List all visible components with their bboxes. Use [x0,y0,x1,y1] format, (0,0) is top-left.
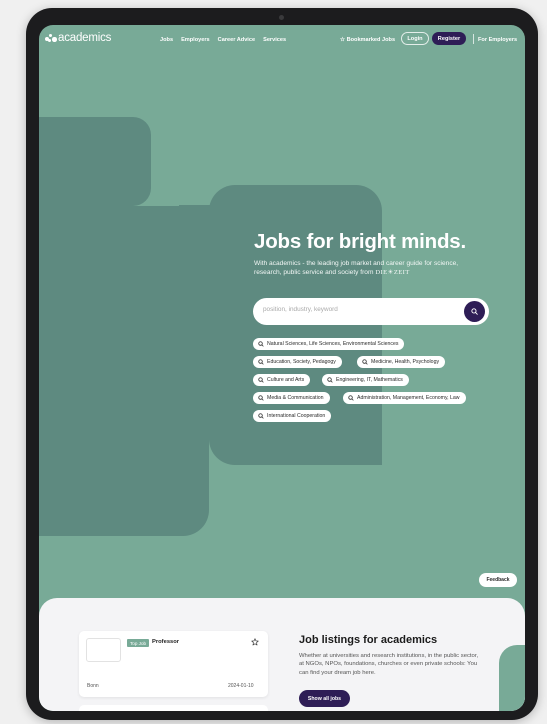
search-icon [258,395,264,401]
category-chip[interactable]: Engineering, IT, Mathematics [322,374,409,386]
category-chip[interactable]: Natural Sciences, Life Sciences, Environ… [253,338,405,350]
main-nav: Jobs Employers Career Advice Services [160,37,294,43]
search-icon [348,395,354,401]
nav-employers[interactable]: Employers [181,37,210,43]
tablet-frame: academics Jobs Employers Career Advice S… [26,8,538,720]
search-icon [362,359,368,365]
nav-services[interactable]: Services [263,37,286,43]
job-card[interactable] [79,705,268,711]
chip-label: Administration, Management, Economy, Law [357,395,460,401]
academics-logo[interactable]: academics [45,32,111,44]
employer-logo [86,638,121,662]
search-icon [471,308,478,315]
job-card[interactable]: Top Job Professor Bonn 2024-01-10 [79,631,268,697]
site-header: academics Jobs Employers Career Advice S… [39,25,525,55]
job-title[interactable]: Professor [152,639,179,645]
chip-label: Media & Communication [267,395,324,401]
category-chip[interactable]: Media & Communication [253,392,330,404]
chip-label: Natural Sciences, Life Sciences, Environ… [267,341,399,347]
search-icon [258,413,264,419]
header-divider [473,34,474,44]
search-icon [258,377,264,383]
hero-subtitle: With academics - the leading job market … [254,259,486,278]
search-icon [258,359,264,365]
listings-title: Job listings for academics [299,634,438,646]
job-location: Bonn [87,683,99,689]
logo-dots-icon [45,33,57,43]
chip-label: Culture and Arts [267,377,305,383]
show-all-jobs-button[interactable]: Show all jobs [299,690,350,707]
nav-jobs[interactable]: Jobs [160,37,173,43]
register-button[interactable]: Register [432,32,466,45]
search-bar [253,298,489,325]
top-job-badge: Top Job [127,639,150,647]
bookmarked-jobs-link[interactable]: ☆ Bookmarked Jobs [340,37,395,43]
category-chip[interactable]: Administration, Management, Economy, Law [343,392,466,404]
category-chip[interactable]: Medicine, Health, Psychology [357,356,446,368]
chip-label: Medicine, Health, Psychology [371,359,440,365]
decor-shape [39,206,209,536]
listings-description: Whether at universities and research ins… [299,653,479,676]
login-button[interactable]: Login [401,32,429,45]
search-icon [327,377,333,383]
hero-subtitle-text: With academics - the leading job market … [254,260,459,277]
hero-title: Jobs for bright minds. [254,230,466,253]
logo-text: academics [58,32,112,44]
for-employers-link[interactable]: For Employers [478,37,517,43]
category-chip[interactable]: International Cooperation [253,410,332,422]
category-chip[interactable]: Culture and Arts [253,374,311,386]
bookmark-star-icon[interactable] [251,638,259,646]
decor-shape [499,645,525,711]
decor-shape [209,185,382,465]
screen: academics Jobs Employers Career Advice S… [39,25,525,711]
chip-label: Education, Society, Pedagogy [267,359,336,365]
feedback-button[interactable]: Feedback [479,573,517,587]
chip-label: International Cooperation [267,413,326,419]
decor-shape [39,117,151,206]
search-input[interactable] [263,306,453,313]
search-button[interactable] [464,301,485,322]
category-chip[interactable]: Education, Society, Pedagogy [253,356,342,368]
nav-career-advice[interactable]: Career Advice [218,37,255,43]
search-icon [258,341,264,347]
job-date: 2024-01-10 [228,683,254,689]
camera-dot [279,15,284,20]
zeit-brand: DIE☀ZEIT [375,269,410,277]
chip-label: Engineering, IT, Mathematics [336,377,403,383]
